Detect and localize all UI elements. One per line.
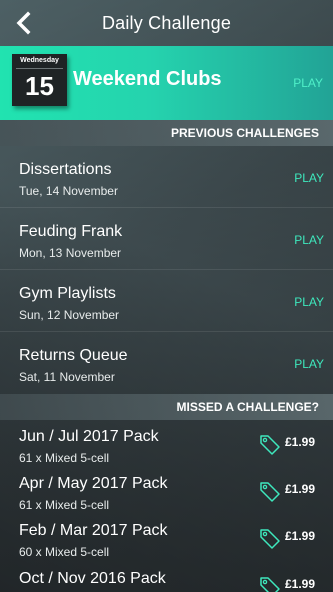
play-button[interactable]: PLAY	[294, 233, 324, 247]
price-tag-icon	[260, 529, 280, 549]
calendar-day: 15	[25, 71, 54, 101]
challenge-title: Dissertations	[19, 161, 112, 178]
challenge-date: Tue, 14 November	[19, 184, 118, 198]
price-tag-icon	[260, 482, 280, 502]
price-button[interactable]: £1.99	[285, 577, 315, 591]
play-button[interactable]: PLAY	[294, 171, 324, 185]
pack-row[interactable]: Apr / May 2017 Pack 61 x Mixed 5-cell £1…	[0, 475, 333, 523]
back-button[interactable]	[6, 6, 40, 40]
challenge-row[interactable]: Feuding Frank Mon, 13 November PLAY	[0, 208, 333, 270]
play-button[interactable]: PLAY	[294, 357, 324, 371]
price-button[interactable]: £1.99	[285, 482, 315, 496]
challenge-date: Mon, 13 November	[19, 246, 122, 260]
challenge-title: Returns Queue	[19, 347, 128, 364]
pack-title: Jun / Jul 2017 Pack	[19, 428, 159, 445]
price-button[interactable]: £1.99	[285, 435, 315, 449]
pack-row[interactable]: Feb / Mar 2017 Pack 60 x Mixed 5-cell £1…	[0, 522, 333, 570]
price-tag-icon	[260, 577, 280, 592]
pack-detail: 60 x Mixed 5-cell	[19, 545, 110, 559]
calendar-weekday: Wednesday	[20, 57, 59, 64]
pack-title: Feb / Mar 2017 Pack	[19, 522, 168, 539]
challenge-title: Feuding Frank	[19, 223, 123, 240]
challenge-title: Gym Playlists	[19, 285, 116, 302]
challenge-date: Sun, 12 November	[19, 308, 120, 322]
challenge-row[interactable]: Returns Queue Sat, 11 November PLAY	[0, 332, 333, 394]
challenge-row[interactable]: Gym Playlists Sun, 12 November PLAY	[0, 270, 333, 332]
challenge-row[interactable]: Dissertations Tue, 14 November PLAY	[0, 146, 333, 208]
pack-detail: 61 x Mixed 5-cell	[19, 498, 110, 512]
pack-row[interactable]: Oct / Nov 2016 Pack £1.99	[0, 570, 333, 592]
missed-challenge-heading: MISSED A CHALLENGE?	[0, 394, 333, 420]
calendar-divider	[16, 68, 63, 69]
previous-challenges-heading: PREVIOUS CHALLENGES	[0, 120, 333, 146]
page-title: Daily Challenge	[101, 12, 232, 33]
play-button[interactable]: PLAY	[294, 295, 324, 309]
price-button[interactable]: £1.99	[285, 529, 315, 543]
pack-row[interactable]: Jun / Jul 2017 Pack 61 x Mixed 5-cell £1…	[0, 428, 333, 476]
chevron-left-icon	[16, 11, 31, 35]
pack-detail: 61 x Mixed 5-cell	[19, 451, 110, 465]
todays-play-button[interactable]: PLAY	[293, 76, 323, 90]
pack-title: Oct / Nov 2016 Pack	[19, 570, 166, 587]
calendar-badge: Wednesday 15	[12, 54, 67, 106]
pack-title: Apr / May 2017 Pack	[19, 475, 168, 492]
top-bar: Daily Challenge	[0, 0, 333, 46]
price-tag-icon	[260, 435, 280, 455]
todays-challenge[interactable]: Wednesday 15 Weekend Clubs PLAY	[0, 46, 333, 120]
challenge-date: Sat, 11 November	[19, 370, 115, 384]
todays-challenge-title: Weekend Clubs	[73, 68, 222, 90]
